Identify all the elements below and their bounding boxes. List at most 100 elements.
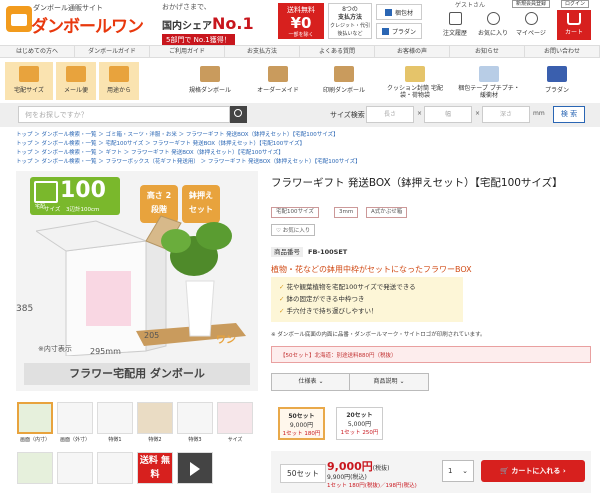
- quantity-select[interactable]: 1 ⌄: [442, 460, 474, 482]
- search-input[interactable]: 何をお探しですか？: [18, 106, 230, 123]
- login-button[interactable]: ログイン: [561, 0, 590, 8]
- times-sign: ×: [475, 110, 481, 117]
- selected-qty: 50セット: [280, 464, 327, 483]
- category-label: 宅配サイズ: [14, 87, 44, 94]
- category-takuhai[interactable]: 宅配サイズ: [5, 62, 53, 100]
- feature-item: 花や観葉植物を宅配100サイズで発送できる: [279, 281, 455, 293]
- nav-item-usage[interactable]: ご利用ガイド: [150, 46, 225, 57]
- thumbnail[interactable]: [177, 402, 213, 434]
- box-icon: [384, 8, 392, 16]
- image-caption: フラワー宅配用 ダンボール: [24, 363, 250, 385]
- breadcrumb[interactable]: トップ ＞ ダンボール検索・一覧 ＞ 宅配100サイズ ＞ フラワーギフト 発送…: [16, 139, 305, 147]
- pladan-icon: [547, 66, 567, 82]
- favorite-label: お気に入り: [282, 228, 311, 234]
- nav-item-payment[interactable]: お支払方法: [225, 46, 300, 57]
- catalog-button[interactable]: 梱包材: [376, 4, 422, 20]
- nav-item-beginner[interactable]: はじめての方へ: [0, 46, 75, 57]
- thumbnail[interactable]: [57, 452, 93, 484]
- nav-item-voice[interactable]: お客様の声: [375, 46, 450, 57]
- length-input[interactable]: 長さ: [366, 106, 414, 123]
- category-print[interactable]: 印刷ダンボール: [316, 62, 372, 100]
- chevron-down-icon: ⌄: [399, 378, 405, 385]
- pay-line1: 8つの: [342, 6, 358, 13]
- feature-item: 手穴付きで持ち運びしやすい！: [279, 305, 455, 317]
- chevron-down-icon: ⌄: [462, 467, 468, 475]
- category-standard[interactable]: 規格ダンボール: [180, 62, 240, 100]
- mypage-button[interactable]: マイページ: [514, 12, 548, 40]
- thumbnail[interactable]: [217, 402, 253, 434]
- free-shipping-thumbnail[interactable]: 送料 無料: [137, 452, 173, 484]
- dim-width: 295mm: [90, 347, 121, 356]
- category-tape[interactable]: 梱包テープ プチプチ・緩衝材: [456, 62, 522, 100]
- cart-icon: 🛒: [500, 467, 512, 475]
- tag-thickness[interactable]: 3mm: [334, 207, 359, 218]
- order-history-button[interactable]: 注文履歴: [438, 12, 472, 40]
- thumbnail[interactable]: [137, 402, 173, 434]
- favorite-button[interactable]: ♡ お気に入り: [271, 224, 316, 236]
- size-search-button[interactable]: 検 索: [553, 106, 585, 123]
- search-icon[interactable]: [230, 106, 247, 123]
- feature-item: 鉢の固定ができる中枠つき: [279, 293, 455, 305]
- nav-item-guide[interactable]: ダンボールガイド: [75, 46, 150, 57]
- plaza-button[interactable]: プラダン: [376, 23, 422, 39]
- main-product-image[interactable]: 宅配 100 サイズ 3辺計100cm 高さ 2段階 鉢押え セット 385 2…: [16, 171, 258, 391]
- order-history-icon: [448, 12, 462, 25]
- product-title: フラワーギフト 発送BOX（鉢押えセット）【宅配100サイズ】: [271, 177, 563, 189]
- thumbnail-label: 画面（外寸）: [59, 437, 90, 443]
- width-input[interactable]: 幅: [424, 106, 472, 123]
- play-icon: [190, 462, 200, 476]
- description-dropdown[interactable]: 商品説明 ⌄: [349, 373, 429, 391]
- category-cushion[interactable]: クッション封筒 宅配袋・荷物袋: [382, 62, 448, 100]
- free-line3: 一部を除く: [288, 32, 314, 38]
- free-line2: ¥0: [290, 14, 312, 32]
- payment-badge[interactable]: 8つの 支払方法 クレジット・代引 後払いなど: [328, 3, 372, 39]
- pay-line4: 後払いなど: [337, 31, 363, 37]
- truck-icon: [19, 66, 39, 82]
- thumbnail[interactable]: [57, 402, 93, 434]
- no1-line2: 国内シェアNo.1: [162, 14, 268, 33]
- logo-icon[interactable]: [6, 6, 32, 32]
- spec-label: 仕様表: [298, 378, 317, 385]
- register-button[interactable]: 新規会員登録: [512, 0, 551, 8]
- favorites-button[interactable]: お気に入り: [476, 12, 510, 40]
- category-mail[interactable]: メール便: [56, 62, 96, 100]
- category-pladan[interactable]: プラダン: [532, 62, 582, 100]
- spec-dropdown[interactable]: 仕様表 ⌄: [271, 373, 351, 391]
- product-code-row: 商品番号 FB-100SET: [271, 246, 347, 257]
- nav-item-news[interactable]: お知らせ: [450, 46, 525, 57]
- breadcrumb[interactable]: トップ ＞ ダンボール検索・一覧 ＞ フラワーボックス（花ギフト発送用） ＞ フ…: [16, 157, 361, 165]
- site-logo[interactable]: ダンボールワン: [31, 12, 144, 37]
- thumbnail[interactable]: [17, 402, 53, 434]
- thumbnail[interactable]: [97, 402, 133, 434]
- category-order[interactable]: オーダーメイド: [250, 62, 306, 100]
- thumbnail[interactable]: [17, 452, 53, 484]
- thumbnail-label: 特徴3: [188, 437, 202, 443]
- depth-input[interactable]: 深さ: [482, 106, 530, 123]
- favorites-label: お気に入り: [477, 30, 508, 37]
- nav-item-faq[interactable]: よくある質問: [300, 46, 375, 57]
- option-50set[interactable]: 50セット 9,000円 1セット 180円: [278, 407, 325, 440]
- breadcrumb[interactable]: トップ ＞ ダンボール検索・一覧 ＞ ゴミ箱・スーツ・洋服・お米 ＞ フラワーギ…: [16, 130, 339, 138]
- breadcrumb[interactable]: トップ ＞ ダンボール検索・一覧 ＞ ギフト ＞ フラワーギフト 発送BOX（鉢…: [16, 148, 284, 156]
- category-label: オーダーメイド: [257, 87, 299, 94]
- pay-line2: 支払方法: [337, 14, 362, 21]
- tag-type[interactable]: A式かぶせ箱: [366, 207, 408, 218]
- category-label: 用途から: [106, 87, 131, 94]
- option-20set[interactable]: 20セット 5,000円 1セット 250円: [336, 407, 383, 440]
- category-label: メール便: [63, 87, 88, 94]
- pay-line3: クレジット・代引: [329, 23, 370, 29]
- cart-button[interactable]: カート: [557, 10, 591, 40]
- product-catchphrase: 植物・花などの鉢用中枠がセットになったフラワーBOX: [271, 265, 472, 274]
- thumbnail[interactable]: [97, 452, 133, 484]
- plaza-icon: [381, 27, 389, 35]
- add-to-cart-label: カートに入れる: [511, 467, 561, 475]
- catalog-label: 梱包材: [394, 9, 413, 17]
- tag-size[interactable]: 宅配100サイズ: [271, 207, 319, 218]
- add-to-cart-button[interactable]: 🛒 カートに入れる ›: [481, 460, 585, 482]
- video-thumbnail[interactable]: [177, 452, 213, 484]
- tape-icon: [479, 66, 499, 82]
- user-icon: [524, 12, 538, 25]
- nav-item-contact[interactable]: お問い合わせ: [525, 46, 600, 57]
- free-shipping-badge[interactable]: 送料無料 ¥0 一部を除く: [278, 3, 324, 39]
- category-purpose[interactable]: 用途から: [99, 62, 139, 100]
